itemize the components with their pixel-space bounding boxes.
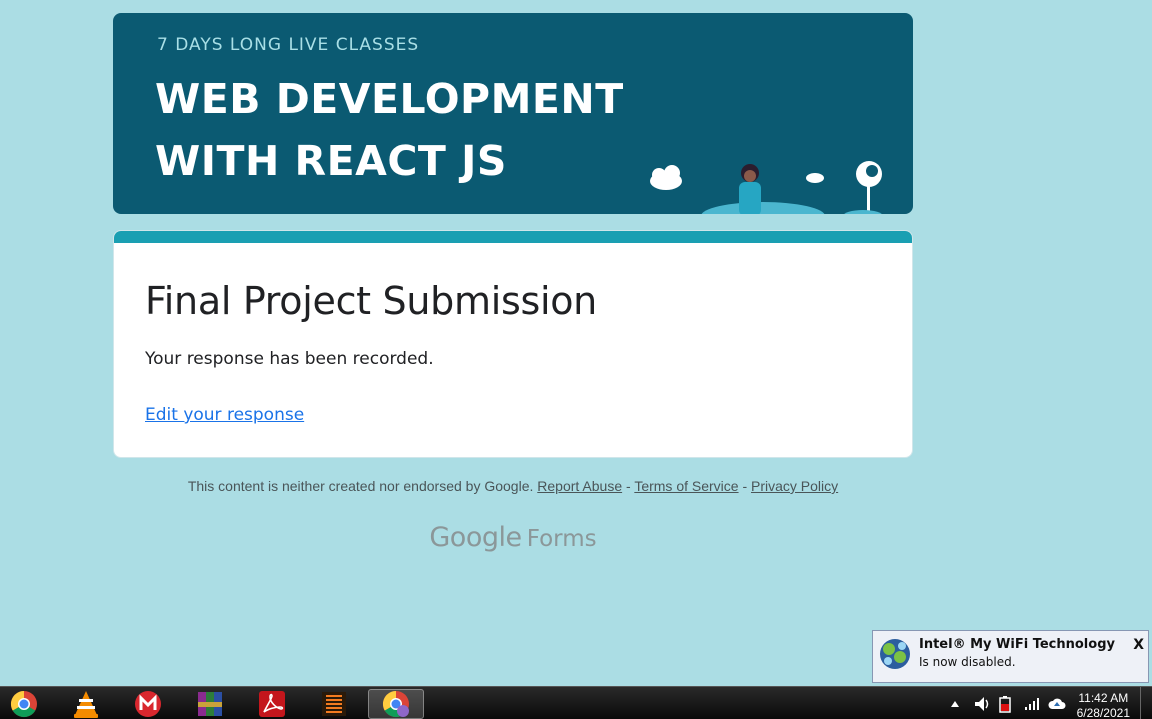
volume-icon[interactable] (974, 696, 992, 712)
privacy-link[interactable]: Privacy Policy (751, 478, 838, 494)
close-icon[interactable]: X (1133, 637, 1144, 653)
report-abuse-link[interactable]: Report Abuse (537, 478, 622, 494)
footer-separator: - (622, 478, 635, 494)
system-tray (950, 687, 1066, 719)
disclaimer-text: This content is neither created nor endo… (187, 478, 534, 494)
header-banner: 7 DAYS LONG LIVE CLASSES WEB DEVELOPMENT… (113, 13, 913, 214)
chrome-active-icon[interactable] (368, 689, 424, 719)
notification-body: Is now disabled. (919, 655, 1016, 669)
forms-wordmark: Forms (526, 526, 597, 552)
wifi-notification[interactable]: Intel® My WiFi Technology Is now disable… (872, 630, 1149, 683)
footer-separator: - (738, 478, 752, 494)
banner-headline-line1: WEB DEVELOPMENT (155, 75, 624, 123)
taskbar: 11:42 AM 6/28/2021 (0, 686, 1152, 719)
winrar-icon[interactable] (194, 689, 226, 719)
battery-icon[interactable] (998, 695, 1012, 713)
banner-illustration (650, 161, 882, 214)
notification-title: Intel® My WiFi Technology (919, 637, 1115, 652)
clock-date: 6/28/2021 (1076, 706, 1130, 719)
confirmation-message: Your response has been recorded. (145, 349, 434, 369)
terms-link[interactable]: Terms of Service (634, 478, 738, 494)
clock-time: 11:42 AM (1078, 691, 1129, 705)
intel-wifi-icon (880, 639, 910, 669)
cloud-icon[interactable] (1048, 697, 1066, 711)
google-forms-logo[interactable]: Google Forms (113, 522, 913, 553)
taskbar-clock[interactable]: 11:42 AM 6/28/2021 (1077, 691, 1130, 719)
mega-icon[interactable] (132, 689, 164, 719)
response-card: Final Project Submission Your response h… (113, 230, 913, 458)
show-hidden-icons-icon[interactable] (950, 699, 960, 709)
vlc-icon[interactable] (70, 689, 102, 719)
signal-icon[interactable] (1024, 697, 1040, 711)
card-accent-bar (114, 231, 912, 243)
edit-response-link[interactable]: Edit your response (145, 405, 304, 425)
footer: This content is neither created nor endo… (113, 478, 913, 494)
acrobat-icon[interactable] (256, 689, 288, 719)
banner-headline: WEB DEVELOPMENT WITH REACT JS (155, 68, 624, 192)
spring-app-icon[interactable] (318, 689, 350, 719)
banner-subtitle: 7 DAYS LONG LIVE CLASSES (157, 35, 420, 55)
banner-headline-line2: WITH REACT JS (155, 137, 507, 185)
show-desktop-button[interactable] (1140, 687, 1152, 719)
chrome-icon[interactable] (8, 689, 40, 719)
google-wordmark: Google (429, 522, 522, 553)
form-title: Final Project Submission (145, 279, 597, 323)
